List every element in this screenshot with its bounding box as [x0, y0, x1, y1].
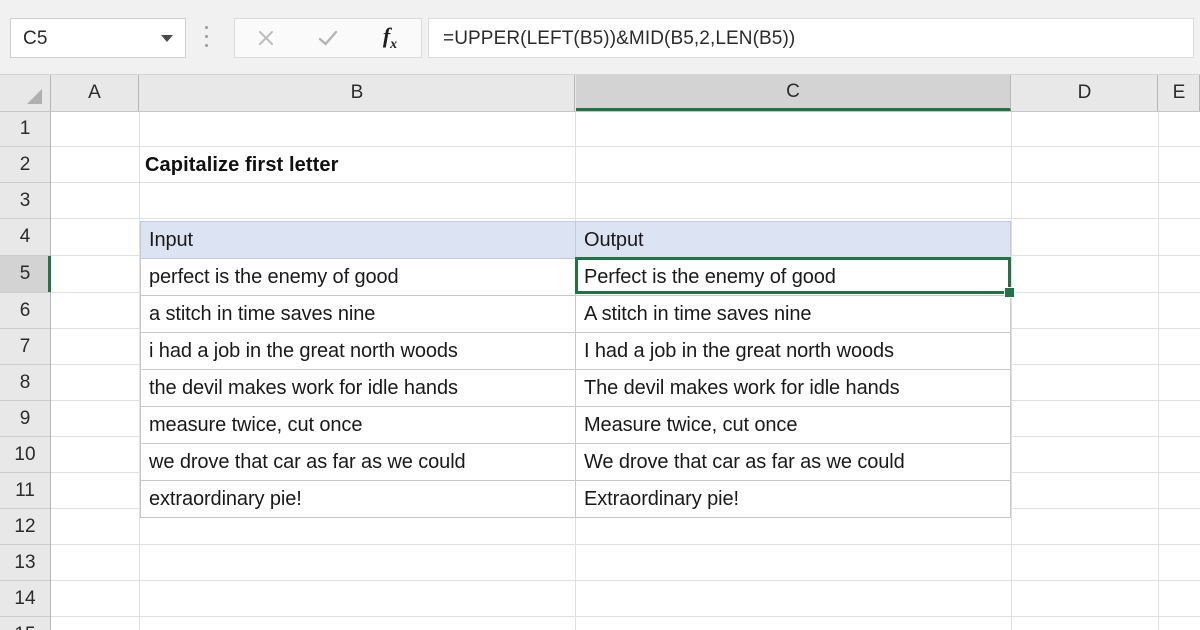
row-header-13[interactable]: 13	[0, 545, 50, 581]
select-all-triangle-icon	[27, 89, 42, 104]
grid-line-vertical	[1011, 112, 1012, 630]
close-icon	[259, 31, 273, 45]
table-row: we drove that car as far as we could We d…	[140, 443, 1011, 481]
grid-line-horizontal	[51, 182, 1200, 183]
row-header-14[interactable]: 14	[0, 581, 50, 617]
row-header-1[interactable]: 1	[0, 112, 50, 147]
table-row: perfect is the enemy of good Perfect is t…	[140, 258, 1011, 296]
row-header-8[interactable]: 8	[0, 365, 50, 401]
grid-line-horizontal	[51, 544, 1200, 545]
row-header-5[interactable]: 5	[0, 256, 51, 293]
cell-output[interactable]: The devil makes work for idle hands	[575, 369, 1011, 407]
column-header-c[interactable]: C	[576, 75, 1011, 111]
cell-input[interactable]: the devil makes work for idle hands	[140, 369, 576, 407]
excel-window: C5 fx =UPPER(LEFT(B5))&MID(B5,2,LEN(B5))…	[0, 0, 1200, 630]
confirm-formula-button[interactable]	[297, 19, 359, 57]
cell-input[interactable]: we drove that car as far as we could	[140, 443, 576, 481]
grid-line-horizontal	[51, 580, 1200, 581]
chevron-down-icon[interactable]	[161, 35, 173, 42]
cell-input[interactable]: i had a job in the great north woods	[140, 332, 576, 370]
column-header-d[interactable]: D	[1012, 75, 1158, 111]
select-all-button[interactable]	[0, 75, 51, 111]
row-header-15[interactable]: 15	[0, 617, 50, 630]
cell-input[interactable]: perfect is the enemy of good	[140, 258, 576, 296]
formula-input[interactable]: =UPPER(LEFT(B5))&MID(B5,2,LEN(B5))	[428, 18, 1194, 58]
cell-input[interactable]: extraordinary pie!	[140, 480, 576, 518]
row-header-9[interactable]: 9	[0, 401, 50, 437]
cell-input[interactable]: measure twice, cut once	[140, 406, 576, 444]
column-header-a[interactable]: A	[51, 75, 139, 111]
column-header-cell-output[interactable]: Output	[575, 221, 1011, 259]
cell-output[interactable]: I had a job in the great north woods	[575, 332, 1011, 370]
row-header-column: 123456789101112131415	[0, 112, 51, 630]
data-table: Input Output perfect is the enemy of good P…	[140, 221, 1011, 518]
column-header-b[interactable]: B	[140, 75, 575, 111]
row-header-11[interactable]: 11	[0, 473, 50, 509]
formula-text: =UPPER(LEFT(B5))&MID(B5,2,LEN(B5))	[443, 28, 796, 49]
name-box-value: C5	[23, 28, 48, 49]
table-header-row: Input Output	[140, 221, 1011, 259]
table-row: extraordinary pie! Extraordinary pie!	[140, 480, 1011, 518]
cancel-formula-button[interactable]	[235, 19, 297, 57]
row-header-2[interactable]: 2	[0, 147, 50, 183]
cell-input[interactable]: a stitch in time saves nine	[140, 295, 576, 333]
drag-grip-handle[interactable]	[205, 26, 209, 50]
row-header-3[interactable]: 3	[0, 183, 50, 219]
cell-output[interactable]: Measure twice, cut once	[575, 406, 1011, 444]
fx-icon: fx	[382, 22, 398, 53]
insert-function-button[interactable]: fx	[359, 19, 421, 57]
table-row: a stitch in time saves nine A stitch in t…	[140, 295, 1011, 333]
table-row: i had a job in the great north woods I ha…	[140, 332, 1011, 370]
grid-line-vertical	[1158, 112, 1159, 630]
table-row: measure twice, cut once Measure twice, cu…	[140, 406, 1011, 444]
page-title: Capitalize first letter	[145, 154, 339, 176]
name-box[interactable]: C5	[10, 18, 186, 58]
row-header-12[interactable]: 12	[0, 509, 50, 545]
column-header-row: ABCDE	[0, 75, 1200, 112]
column-header-e[interactable]: E	[1159, 75, 1200, 111]
grid-line-horizontal	[51, 146, 1200, 147]
row-header-6[interactable]: 6	[0, 293, 50, 329]
formula-bar-area: C5 fx =UPPER(LEFT(B5))&MID(B5,2,LEN(B5))	[0, 0, 1200, 75]
row-header-10[interactable]: 10	[0, 437, 50, 473]
column-header-cell-input[interactable]: Input	[140, 221, 576, 259]
table-row: the devil makes work for idle hands The d…	[140, 369, 1011, 407]
grid-line-horizontal	[51, 616, 1200, 617]
row-header-4[interactable]: 4	[0, 219, 50, 256]
worksheet-grid[interactable]: Capitalize first letter Input Output perfe…	[51, 112, 1200, 630]
cell-output[interactable]: Extraordinary pie!	[575, 480, 1011, 518]
grid-line-horizontal	[51, 218, 1200, 219]
checkmark-icon	[318, 30, 338, 46]
fill-handle[interactable]	[1004, 287, 1015, 298]
cell-output[interactable]: A stitch in time saves nine	[575, 295, 1011, 333]
formula-action-buttons: fx	[234, 18, 422, 58]
row-header-7[interactable]: 7	[0, 329, 50, 365]
cell-output[interactable]: We drove that car as far as we could	[575, 443, 1011, 481]
cell-output[interactable]: Perfect is the enemy of good	[575, 258, 1011, 296]
